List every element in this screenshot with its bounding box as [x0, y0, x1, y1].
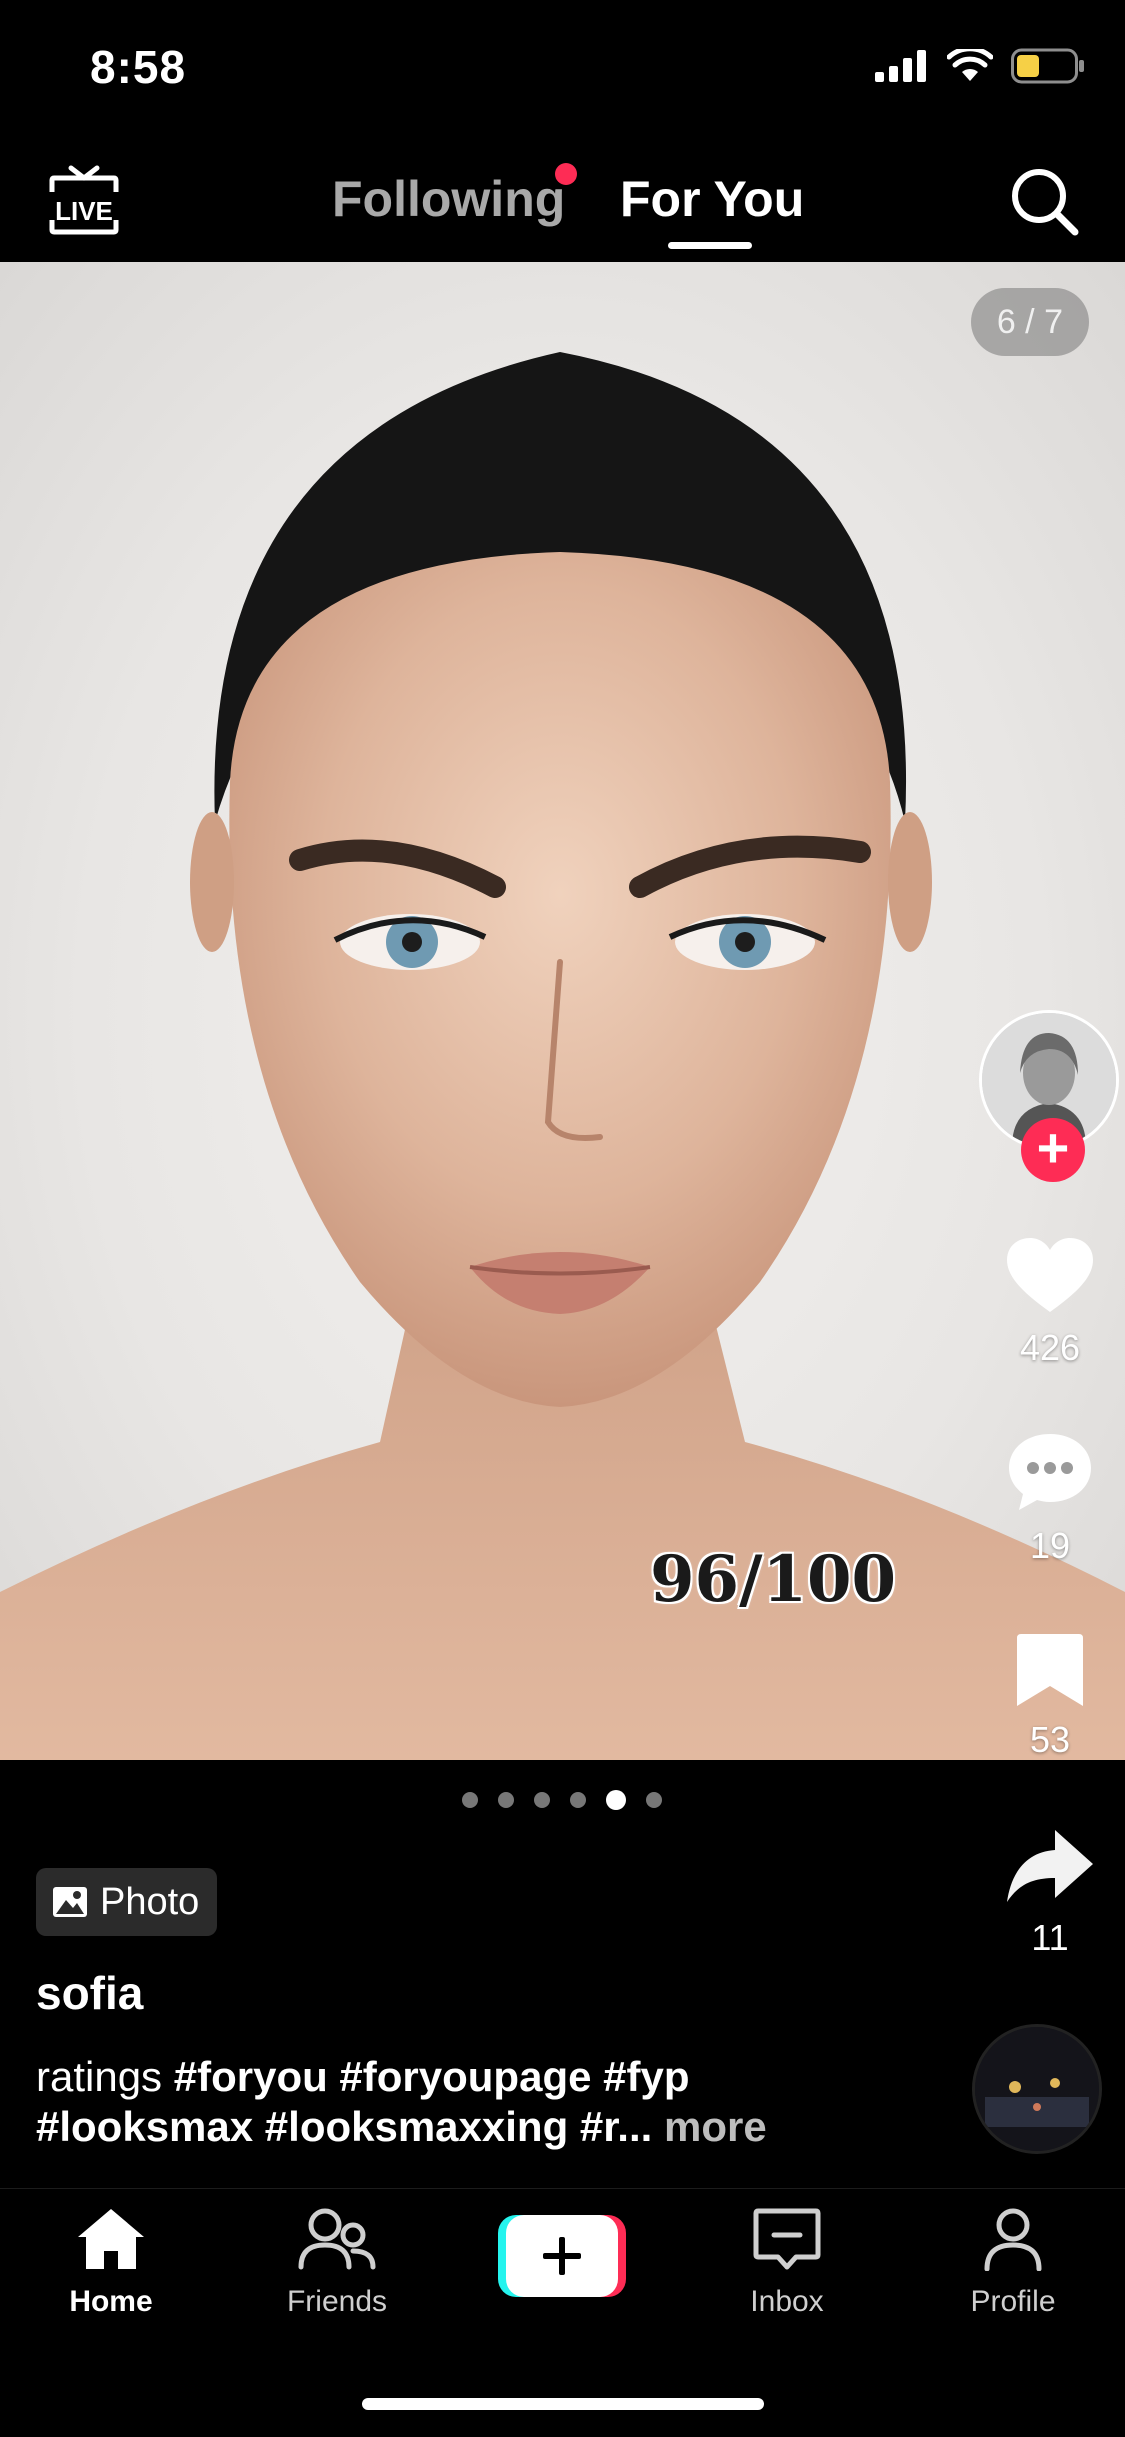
profile-icon [984, 2208, 1042, 2272]
portrait-image [0, 352, 1125, 1760]
carousel-dot-active [606, 1790, 626, 1810]
bookmark-icon [1017, 1634, 1083, 1706]
like-count: 426 [1019, 1327, 1081, 1368]
nav-friends-label: Friends [286, 2285, 388, 2318]
post-photo[interactable]: 6 / 7 96/100 [0, 262, 1125, 1760]
share-button[interactable]: 11 [975, 1826, 1125, 1959]
active-tab-indicator [668, 242, 752, 249]
plus-icon [498, 2215, 626, 2297]
save-button[interactable]: 53 [975, 1632, 1125, 1761]
photo-counter: 6 / 7 [970, 288, 1089, 356]
top-nav: LIVE Following For You [0, 140, 1125, 262]
cellular-signal-icon [875, 50, 926, 82]
caption-more-link[interactable]: more [664, 2103, 767, 2150]
carousel-dot [570, 1792, 586, 1808]
following-notification-dot [555, 163, 577, 185]
search-icon [1012, 169, 1079, 236]
music-disc[interactable] [972, 2024, 1102, 2154]
nav-profile[interactable]: Profile [928, 2207, 1098, 2319]
nav-inbox[interactable]: Inbox [702, 2207, 872, 2319]
caption-hashtags[interactable]: #foryou #foryoupage #fyp [174, 2053, 690, 2100]
home-indicator [362, 2398, 764, 2410]
carousel-dot [534, 1792, 550, 1808]
tab-for-you[interactable]: For You [620, 170, 804, 228]
live-tv-icon: LIVE [49, 165, 119, 235]
status-bar: 8:58 [0, 0, 1125, 140]
friends-icon [298, 2208, 376, 2270]
nav-inbox-label: Inbox [750, 2285, 824, 2318]
photo-badge-label: Photo [100, 1880, 200, 1923]
create-post-button[interactable] [498, 2215, 626, 2297]
search-button[interactable] [1007, 164, 1083, 240]
battery-icon [1011, 48, 1084, 84]
nav-profile-label: Profile [970, 2285, 1056, 2318]
comment-icon [1009, 1434, 1091, 1510]
status-time: 8:58 [90, 41, 187, 93]
carousel-indicator [462, 1790, 662, 1810]
save-count: 53 [1029, 1719, 1071, 1760]
post-caption[interactable]: ratings #foryou #foryoupage #fyp #looksm… [36, 2052, 856, 2152]
share-arrow-icon [1007, 1830, 1093, 1902]
inbox-icon [753, 2208, 821, 2270]
heart-icon [1007, 1238, 1093, 1312]
tab-following[interactable]: Following [332, 170, 565, 228]
status-icons [875, 48, 1085, 84]
share-count: 11 [1031, 1917, 1069, 1958]
overlay-score-text: 96/100 [650, 1542, 897, 1617]
music-disc-artwork [975, 2027, 1099, 2151]
wifi-icon [947, 49, 993, 81]
caption-hashtags[interactable]: #looksmax #looksmaxxing #r... [36, 2103, 652, 2150]
carousel-dot [462, 1792, 478, 1808]
photo-type-badge: Photo [36, 1868, 218, 1936]
svg-text:LIVE: LIVE [55, 196, 113, 226]
comment-count: 19 [1029, 1525, 1071, 1566]
follow-plus-button[interactable]: + [1021, 1118, 1085, 1182]
comment-button[interactable]: 19 [975, 1430, 1125, 1567]
home-icon [78, 2209, 144, 2269]
like-button[interactable]: 426 [975, 1236, 1125, 1369]
nav-home-label: Home [69, 2285, 153, 2318]
live-button[interactable]: LIVE [44, 162, 124, 238]
image-icon [53, 1887, 87, 1917]
nav-friends[interactable]: Friends [252, 2207, 422, 2319]
caption-text: ratings [36, 2053, 163, 2100]
carousel-dot [646, 1792, 662, 1808]
carousel-dot [498, 1792, 514, 1808]
creator-username[interactable]: sofia [36, 1966, 143, 2020]
nav-home[interactable]: Home [26, 2207, 196, 2319]
